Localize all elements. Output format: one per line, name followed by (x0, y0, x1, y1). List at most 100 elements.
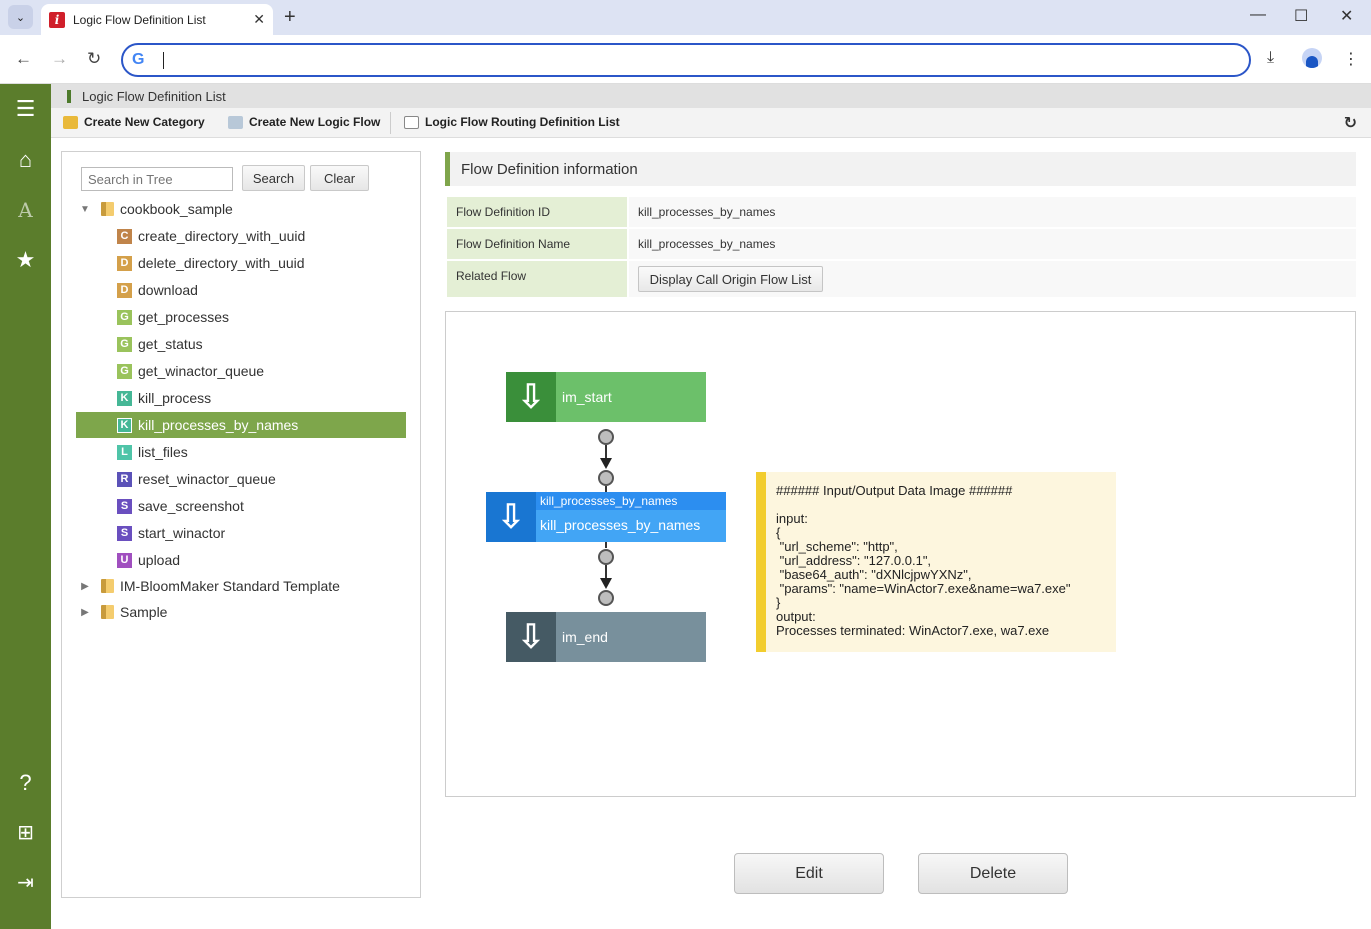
tree-item-get-winactor-queue[interactable]: Gget_winactor_queue (76, 358, 406, 384)
tree-item-label: upload (138, 552, 181, 568)
folder-icon (101, 605, 114, 619)
tree-item-get-processes[interactable]: Gget_processes (76, 304, 406, 330)
close-window-button[interactable]: ✕ (1340, 6, 1353, 26)
tree-folder-im-bloommaker[interactable]: ▶ IM-BloomMaker Standard Template (76, 573, 406, 599)
hamburger-menu-icon[interactable]: ☰ (0, 96, 51, 122)
help-icon[interactable]: ? (0, 770, 51, 796)
tree-folder-label: IM-BloomMaker Standard Template (120, 578, 340, 594)
list-icon (404, 115, 419, 129)
flow-letter-icon: L (117, 444, 132, 460)
tree-item-get-status[interactable]: Gget_status (76, 331, 406, 357)
refresh-icon[interactable]: ↻ (1344, 113, 1357, 133)
flow-node-start-label: im_start (562, 389, 612, 405)
info-label: Related Flow (447, 261, 627, 299)
tab-search-dropdown[interactable]: ⌄ (8, 5, 33, 29)
logout-icon[interactable]: ⇥ (0, 870, 51, 895)
reload-icon[interactable]: ↻ (87, 49, 101, 69)
browser-tabbar: ⌄ i Logic Flow Definition List ✕ + — ☐ ✕ (0, 0, 1371, 35)
info-value: kill_processes_by_names (629, 229, 1356, 261)
tree-item-label: reset_winactor_queue (138, 471, 276, 487)
download-icon[interactable]: ⤓ (1267, 49, 1274, 67)
tree-search-input[interactable] (81, 167, 233, 191)
flow-letter-icon: K (117, 417, 132, 433)
info-label: Flow Definition Name (447, 229, 627, 261)
connector-dot[interactable] (598, 470, 614, 486)
flow-letter-icon: G (117, 309, 132, 325)
page-title: Logic Flow Definition List (82, 89, 226, 104)
tree-folder-label: Sample (120, 604, 168, 620)
toolbar-divider (390, 112, 391, 134)
connector-line (605, 445, 607, 459)
tree-item-label: delete_directory_with_uuid (138, 255, 305, 271)
info-label: Flow Definition ID (447, 197, 627, 229)
maximize-button[interactable]: ☐ (1294, 6, 1308, 26)
create-category-label: Create New Category (84, 115, 205, 129)
tree-item-start-winactor[interactable]: Sstart_winactor (76, 520, 406, 546)
breadcrumb: Logic Flow Definition List (51, 84, 1371, 108)
create-logic-flow-label: Create New Logic Flow (249, 115, 381, 129)
connector-dot[interactable] (598, 590, 614, 606)
tree-item-label: get_winactor_queue (138, 363, 265, 379)
breadcrumb-marker-icon (67, 90, 71, 103)
tree-item-label: start_winactor (138, 525, 226, 541)
search-button[interactable]: Search (242, 165, 305, 191)
profile-avatar-icon[interactable] (1302, 48, 1322, 68)
routing-list-button[interactable]: Logic Flow Routing Definition List (404, 115, 620, 129)
clear-button[interactable]: Clear (310, 165, 369, 191)
edit-button[interactable]: Edit (734, 853, 884, 894)
tree-folder-sample[interactable]: ▶ Sample (76, 599, 406, 625)
tree-item-download[interactable]: Ddownload (76, 277, 406, 303)
back-arrow-icon[interactable]: ← (15, 49, 32, 69)
collapsed-triangle-icon[interactable]: ▶ (79, 607, 91, 618)
flow-node-end-label: im_end (562, 629, 608, 645)
connector-arrowhead (600, 578, 612, 589)
flow-letter-icon: G (117, 363, 132, 379)
flow-letter-icon: K (117, 390, 132, 406)
sitemap-icon[interactable]: ⊞ (0, 820, 51, 845)
connector-dot[interactable] (598, 429, 614, 445)
tree-item-kill-process[interactable]: Kkill_process (76, 385, 406, 411)
tree-item-kill-processes-by-names[interactable]: Kkill_processes_by_names (76, 412, 406, 438)
tree-item-label: download (138, 282, 198, 298)
forward-arrow-icon[interactable]: → (51, 49, 68, 69)
flow-letter-icon: D (117, 282, 132, 298)
tree-item-upload[interactable]: Uupload (76, 547, 406, 573)
tree-item-save-screenshot[interactable]: Ssave_screenshot (76, 493, 406, 519)
font-size-icon[interactable]: A (0, 198, 51, 222)
category-tree-panel: Search Clear ▼ cookbook_sample Ccreate_d… (61, 151, 421, 898)
create-category-button[interactable]: Create New Category (63, 115, 205, 129)
delete-button[interactable]: Delete (918, 853, 1068, 894)
browser-tab[interactable]: i Logic Flow Definition List ✕ (41, 4, 273, 35)
tree-item-reset-winactor-queue[interactable]: Rreset_winactor_queue (76, 466, 406, 492)
connector-dot[interactable] (598, 549, 614, 565)
tree-folder-cookbook-sample[interactable]: ▼ cookbook_sample (76, 196, 406, 222)
minimize-button[interactable]: — (1250, 6, 1266, 24)
tree-item-list-files[interactable]: Llist_files (76, 439, 406, 465)
new-tab-button[interactable]: + (284, 6, 296, 29)
close-tab-icon[interactable]: ✕ (253, 11, 265, 28)
google-icon: G (132, 51, 145, 68)
home-icon[interactable]: ⌂ (0, 147, 51, 173)
address-bar[interactable]: G (121, 43, 1251, 77)
flow-letter-icon: S (117, 498, 132, 514)
browser-toolbar: ← → ↻ G ⤓ ⋮ (0, 35, 1371, 84)
flow-letter-icon: R (117, 471, 132, 487)
section-header: Flow Definition information (445, 152, 1356, 186)
collapsed-triangle-icon[interactable]: ▶ (79, 581, 91, 592)
connector-arrowhead (600, 458, 612, 469)
tree-item-create-directory-with-uuid[interactable]: Ccreate_directory_with_uuid (76, 223, 406, 249)
start-arrow-icon: ⇩ (506, 372, 556, 422)
flow-letter-icon: C (117, 228, 132, 244)
tree-item-delete-directory-with-uuid[interactable]: Ddelete_directory_with_uuid (76, 250, 406, 276)
create-logic-flow-button[interactable]: Create New Logic Flow (228, 115, 380, 129)
display-call-origin-button[interactable]: Display Call Origin Flow List (638, 266, 823, 292)
favorites-star-icon[interactable]: ★ (0, 247, 51, 273)
flow-letter-icon: S (117, 525, 132, 541)
flow-node-end[interactable]: ⇩ im_end (506, 612, 706, 662)
folder-icon (101, 579, 114, 593)
flow-node-task[interactable]: ⇩ kill_processes_by_names kill_processes… (486, 492, 726, 542)
flow-node-start[interactable]: ⇩ im_start (506, 372, 706, 422)
expanded-triangle-icon[interactable]: ▼ (79, 204, 91, 215)
menu-kebab-icon[interactable]: ⋮ (1343, 49, 1359, 69)
section-title: Flow Definition information (461, 161, 638, 178)
